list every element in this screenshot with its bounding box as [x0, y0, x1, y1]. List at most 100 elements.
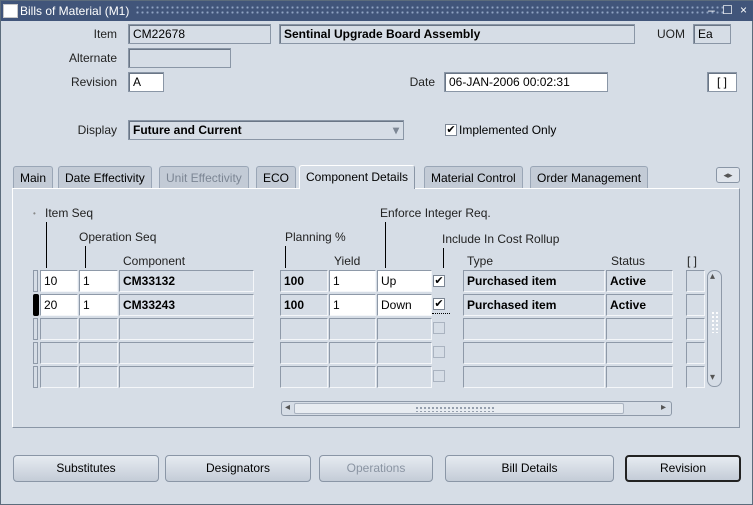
hscroll-thumb[interactable] [294, 403, 624, 414]
header-line-cost-rollup [443, 248, 444, 268]
check-icon: ✔ [446, 124, 456, 136]
tab-order-management[interactable]: Order Management [530, 166, 649, 188]
uom-field[interactable]: Ea [693, 24, 731, 44]
planning-cell[interactable]: 100 [280, 270, 328, 292]
op-seq-cell[interactable] [79, 366, 118, 388]
designators-button[interactable]: Designators [165, 455, 311, 482]
tab-material-control[interactable]: Material Control [424, 166, 523, 188]
flex-cell[interactable] [686, 366, 705, 388]
scroll-left-icon[interactable]: ◂ [285, 402, 290, 413]
revision-button[interactable]: Revision [625, 455, 741, 482]
type-cell[interactable] [463, 342, 605, 364]
flex-cell[interactable] [686, 294, 705, 316]
enforce-cell[interactable]: Up [377, 270, 432, 292]
check-icon: ✔ [434, 298, 444, 310]
status-cell[interactable] [606, 366, 673, 388]
header-enforce-integer: Enforce Integer Req. [380, 206, 491, 220]
current-row-marker[interactable] [33, 294, 39, 316]
status-cell[interactable]: Active [606, 294, 673, 316]
item-seq-cell[interactable] [40, 318, 78, 340]
bill-details-button[interactable]: Bill Details [445, 455, 614, 482]
enforce-cell[interactable] [377, 366, 432, 388]
cost-rollup-checkbox[interactable] [433, 370, 445, 382]
planning-cell[interactable] [280, 318, 328, 340]
item-seq-cell[interactable] [40, 366, 78, 388]
implemented-only-checkbox[interactable]: ✔ [445, 124, 457, 136]
substitutes-button[interactable]: Substitutes [13, 455, 159, 482]
titlebar-pattern [135, 5, 725, 16]
item-field[interactable]: CM22678 [128, 24, 271, 44]
item-seq-cell[interactable]: 10 [40, 270, 78, 292]
cost-rollup-checkbox[interactable]: ✔ [433, 298, 445, 310]
enforce-cell[interactable]: Down [377, 294, 432, 316]
component-cell[interactable]: CM33132 [119, 270, 254, 292]
planning-cell[interactable] [280, 366, 328, 388]
tab-eco[interactable]: ECO [256, 166, 297, 188]
yield-cell[interactable]: 1 [329, 270, 376, 292]
type-cell[interactable] [463, 366, 605, 388]
item-seq-cell[interactable]: 20 [40, 294, 78, 316]
component-cell[interactable] [119, 318, 254, 340]
flex-cell[interactable] [686, 270, 705, 292]
cost-rollup-checkbox[interactable] [433, 346, 445, 358]
planning-cell[interactable] [280, 342, 328, 364]
revision-field[interactable]: A [128, 72, 164, 92]
type-cell[interactable] [463, 318, 605, 340]
scroll-right-icon[interactable]: ▸ [661, 402, 666, 413]
flex-cell[interactable] [686, 318, 705, 340]
scroll-up-icon[interactable]: ▴ [710, 271, 715, 282]
date-label: Date [409, 75, 435, 89]
scroll-thumb[interactable] [711, 311, 718, 333]
op-seq-cell[interactable] [79, 342, 118, 364]
alternate-field[interactable] [128, 48, 231, 68]
cost-rollup-checkbox[interactable]: ✔ [433, 275, 445, 287]
item-seq-cell[interactable] [40, 342, 78, 364]
alternate-label: Alternate [68, 51, 117, 65]
bullet-icon: • [33, 209, 36, 218]
item-description-field[interactable]: Sentinal Upgrade Board Assembly [279, 24, 635, 44]
yield-cell[interactable]: 1 [329, 294, 376, 316]
tab-main[interactable]: Main [13, 166, 54, 188]
type-cell[interactable]: Purchased item [463, 270, 605, 292]
app-icon [3, 4, 18, 18]
display-select[interactable]: Future and Current ▾ [128, 120, 404, 140]
component-cell[interactable] [119, 342, 254, 364]
close-icon[interactable]: × [737, 3, 750, 18]
yield-cell[interactable] [329, 342, 376, 364]
yield-cell[interactable] [329, 366, 376, 388]
header-status: Status [611, 254, 646, 268]
enforce-cell[interactable] [377, 318, 432, 340]
planning-cell[interactable]: 100 [280, 294, 328, 316]
component-cell[interactable]: CM33243 [119, 294, 254, 316]
tab-scroll-button[interactable]: ◂▸ [716, 167, 740, 183]
header-flexfield[interactable]: [ ] [707, 72, 737, 92]
tab-date-effectivity[interactable]: Date Effectivity [58, 166, 152, 188]
op-seq-cell[interactable] [79, 318, 118, 340]
horizontal-scrollbar[interactable]: ◂ ▸ [281, 401, 672, 416]
header-operation-seq: Operation Seq [79, 230, 157, 244]
vertical-scrollbar[interactable]: ▴ ▾ [707, 270, 722, 387]
component-cell[interactable] [119, 366, 254, 388]
tab-component-details[interactable]: Component Details [299, 165, 416, 189]
cost-rollup-checkbox[interactable] [433, 322, 445, 334]
row-marker[interactable] [33, 270, 38, 292]
status-cell[interactable]: Active [606, 270, 673, 292]
uom-label: UOM [657, 27, 685, 41]
yield-cell[interactable] [329, 318, 376, 340]
enforce-cell[interactable] [377, 342, 432, 364]
status-cell[interactable] [606, 318, 673, 340]
scroll-down-icon[interactable]: ▾ [710, 372, 715, 383]
op-seq-cell[interactable]: 1 [79, 270, 118, 292]
type-cell[interactable]: Purchased item [463, 294, 605, 316]
status-cell[interactable] [606, 342, 673, 364]
op-seq-cell[interactable]: 1 [79, 294, 118, 316]
row-marker[interactable] [33, 318, 38, 340]
row-marker[interactable] [33, 342, 38, 364]
title-bar[interactable]: Bills of Material (M1) – ☐ × [1, 1, 753, 21]
focus-indicator [432, 313, 450, 314]
row-marker[interactable] [33, 366, 38, 388]
minimize-icon[interactable]: – [705, 3, 718, 18]
flex-cell[interactable] [686, 342, 705, 364]
maximize-icon[interactable]: ☐ [721, 3, 734, 18]
date-field[interactable]: 06-JAN-2006 00:02:31 [444, 72, 608, 92]
